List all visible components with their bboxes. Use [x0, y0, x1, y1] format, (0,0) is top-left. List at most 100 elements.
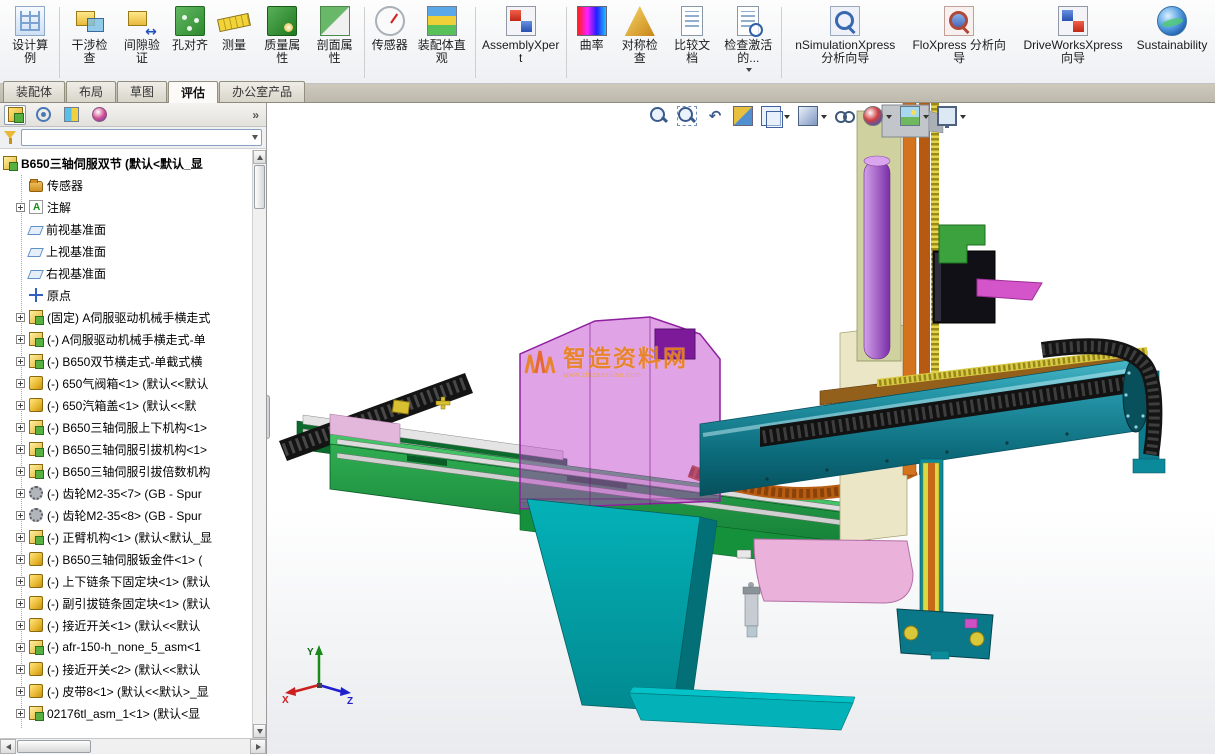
- ribbon-button-design-study[interactable]: 设计算例: [4, 2, 56, 83]
- tree-expander-icon[interactable]: [16, 379, 25, 388]
- apply-scene-button[interactable]: [900, 106, 929, 126]
- hide-show-items-button[interactable]: [835, 106, 855, 126]
- tree-expander-icon[interactable]: [16, 555, 25, 564]
- tree-item[interactable]: (-) 正臂机构<1> (默认<默认_显: [3, 526, 266, 548]
- tree-item[interactable]: 上视基准面: [3, 240, 266, 262]
- tree-item[interactable]: (-) B650三轴伺服引拔机构<1>: [3, 438, 266, 460]
- ribbon-button-compare-documents[interactable]: 比较文档: [666, 2, 718, 83]
- tree-expander-icon[interactable]: [16, 489, 25, 498]
- view-settings-button[interactable]: [937, 106, 966, 126]
- tab-assembly[interactable]: 装配体: [3, 81, 65, 102]
- tree-expander-icon[interactable]: [16, 423, 25, 432]
- tree-item[interactable]: 02176tl_asm_1<1> (默认<显: [3, 702, 266, 724]
- tree-item[interactable]: 传感器: [3, 174, 266, 196]
- ribbon-button-assembly-visualization[interactable]: 装配体直观: [412, 2, 472, 83]
- ribbon-button-check-active-document[interactable]: 检查激活的...: [718, 2, 778, 83]
- tree-expander-icon[interactable]: [16, 511, 25, 520]
- tree-root[interactable]: B650三轴伺服双节 (默认<默认_显: [3, 152, 266, 174]
- tree-item[interactable]: (-) 上下链条下固定块<1> (默认: [3, 570, 266, 592]
- tab-propertymanager[interactable]: [32, 105, 54, 125]
- tab-featuremanager-tree[interactable]: [4, 105, 26, 125]
- display-style-button[interactable]: [798, 106, 827, 126]
- tree-item[interactable]: 注解: [3, 196, 266, 218]
- tree-item[interactable]: 前视基准面: [3, 218, 266, 240]
- panel-overflow-chevron-icon[interactable]: »: [249, 108, 262, 122]
- tree-expander-icon[interactable]: [16, 357, 25, 366]
- ribbon-button-floxpress[interactable]: FloXpress 分析向导: [905, 2, 1013, 83]
- tree-expander-icon[interactable]: [16, 313, 25, 322]
- zoom-to-fit-button[interactable]: [649, 106, 669, 126]
- view-orientation-button[interactable]: [761, 106, 790, 126]
- tab-displaymanager[interactable]: [88, 105, 110, 125]
- tree-expander-icon[interactable]: [16, 533, 25, 542]
- tree-expander-icon[interactable]: [16, 709, 25, 718]
- ribbon-button-clearance-verify[interactable]: 间隙验证: [116, 2, 168, 83]
- tree-item[interactable]: (-) 接近开关<1> (默认<<默认: [3, 614, 266, 636]
- tab-evaluate[interactable]: 评估: [168, 81, 218, 103]
- section-view-button[interactable]: [733, 106, 753, 126]
- panel-splitter-grip[interactable]: [267, 395, 270, 439]
- scroll-down-button[interactable]: [253, 724, 266, 738]
- tree-expander-icon[interactable]: [16, 643, 25, 652]
- scroll-left-button[interactable]: [0, 739, 16, 754]
- tree-expander-icon[interactable]: [16, 599, 25, 608]
- tab-sketch[interactable]: 草图: [117, 81, 167, 102]
- tree-filter-input[interactable]: [21, 129, 262, 146]
- ribbon-button-simulationxpress[interactable]: nSimulationXpress 分析向导: [785, 2, 905, 83]
- tree-expander-icon[interactable]: [16, 445, 25, 454]
- edit-appearance-button[interactable]: [863, 106, 892, 126]
- tree-item[interactable]: (-) 650汽箱盖<1> (默认<<默: [3, 394, 266, 416]
- ribbon-button-curvature[interactable]: 曲率: [570, 2, 614, 83]
- scrollbar-thumb[interactable]: [17, 740, 91, 753]
- tree-vertical-scrollbar[interactable]: [252, 150, 266, 738]
- tree-expander-icon[interactable]: [16, 577, 25, 586]
- tree-expander-icon[interactable]: [16, 621, 25, 630]
- tree-item[interactable]: (-) 650气阀箱<1> (默认<<默认: [3, 372, 266, 394]
- scroll-right-button[interactable]: [250, 739, 266, 754]
- zoom-to-area-button[interactable]: [677, 106, 697, 126]
- tree-item[interactable]: (-) B650三轴伺服上下机构<1>: [3, 416, 266, 438]
- tree-item[interactable]: (-) 齿轮M2-35<8> (GB - Spur: [3, 504, 266, 526]
- graphics-viewport[interactable]: ↶: [267, 103, 1215, 754]
- ribbon-button-measure[interactable]: 测量: [212, 2, 256, 83]
- tree-expander-icon[interactable]: [16, 401, 25, 410]
- tree-item[interactable]: (-) 齿轮M2-35<7> (GB - Spur: [3, 482, 266, 504]
- tree-item[interactable]: (-) B650三轴伺服钣金件<1> (: [3, 548, 266, 570]
- tree-item[interactable]: 原点: [3, 284, 266, 306]
- scroll-up-button[interactable]: [253, 150, 266, 164]
- scrollbar-thumb[interactable]: [254, 165, 265, 209]
- ribbon-button-driveworksxpress[interactable]: DriveWorksXpress 向导: [1013, 2, 1133, 83]
- ribbon-button-assemblyxpert[interactable]: AssemblyXpert: [479, 2, 563, 83]
- ribbon-button-sensor[interactable]: 传感器: [368, 2, 412, 83]
- tab-configurationmanager[interactable]: [60, 105, 82, 125]
- tree-item[interactable]: (固定) A伺服驱动机械手横走式: [3, 306, 266, 328]
- ribbon-button-section-properties[interactable]: 剖面属性: [308, 2, 360, 83]
- tree-item[interactable]: (-) 皮带8<1> (默认<<默认>_显: [3, 680, 266, 702]
- ribbon-button-mass-properties[interactable]: 质量属性: [256, 2, 308, 83]
- tree-item[interactable]: 右视基准面: [3, 262, 266, 284]
- tree-expander-icon[interactable]: [16, 203, 25, 212]
- ribbon-button-symmetry-check[interactable]: 对称检查: [614, 2, 666, 83]
- ribbon-button-interference-check[interactable]: 干涉检查: [63, 2, 115, 83]
- tree-item[interactable]: (-) B650双节横走式-单截式横: [3, 350, 266, 372]
- tree-expander-icon[interactable]: [16, 467, 25, 476]
- model-pink-cover[interactable]: [743, 539, 913, 637]
- tree-item[interactable]: (-) A伺服驱动机械手横走式-单: [3, 328, 266, 350]
- ribbon-button-hole-alignment[interactable]: 孔对齐: [168, 2, 212, 83]
- 3d-assembly-model[interactable]: [267, 103, 1215, 754]
- tab-office-products[interactable]: 办公室产品: [219, 81, 305, 102]
- tree-expander-icon[interactable]: [16, 687, 25, 696]
- tree-item[interactable]: (-) afr-150-h_none_5_asm<1: [3, 636, 266, 658]
- model-vertical-axis-lower[interactable]: [897, 459, 993, 659]
- check-active-document-icon: [737, 6, 759, 36]
- previous-view-button[interactable]: ↶: [705, 106, 725, 126]
- ribbon-button-sustainability[interactable]: Sustainability: [1133, 2, 1211, 83]
- tree-expander-icon[interactable]: [16, 665, 25, 674]
- tree-item[interactable]: (-) 副引拔链条固定块<1> (默认: [3, 592, 266, 614]
- tree-horizontal-scrollbar[interactable]: [0, 738, 266, 754]
- model-purple-housing[interactable]: [520, 317, 720, 509]
- tree-expander-icon[interactable]: [16, 335, 25, 344]
- tab-layout[interactable]: 布局: [66, 81, 116, 102]
- tree-item[interactable]: (-) 接近开关<2> (默认<<默认: [3, 658, 266, 680]
- tree-item[interactable]: (-) B650三轴伺服引拔倍数机构: [3, 460, 266, 482]
